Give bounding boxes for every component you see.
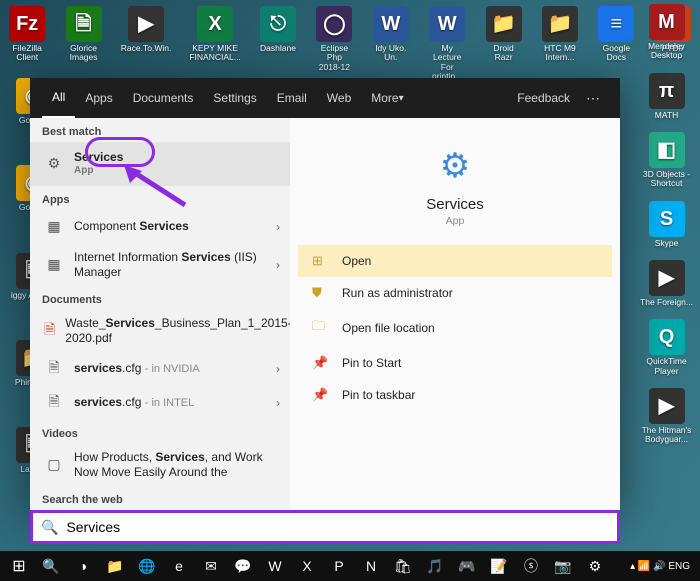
result-app[interactable]: ▦ Component Services › [30, 210, 290, 244]
app-icon: ▦ [44, 217, 64, 237]
desktop-icon[interactable]: WIdy Uko. Un. [372, 6, 410, 81]
search-input[interactable] [66, 519, 609, 535]
desktop-icon[interactable]: WMy Lecture For printin... [428, 6, 466, 81]
taskbar: ⊞🔍◑📁🌐e✉💬WXPN🛍🎵🎮📝ⓢ📷⚙ ▴ 📶 🔊 ENG [0, 551, 700, 581]
more-options-icon[interactable]: ⋯ [580, 90, 608, 107]
result-document[interactable]: 🗎 Waste_Services_Business_Plan_1_2015-20… [30, 310, 290, 352]
action-run-as-administrator[interactable]: ⛊Run as administrator [298, 277, 612, 309]
taskbar-button[interactable]: W [260, 553, 290, 579]
taskbar-button[interactable]: 🔍 [36, 553, 66, 579]
taskbar-button[interactable]: e [164, 553, 194, 579]
desktop-icon[interactable]: QQuickTime Player [639, 319, 694, 376]
app-icon: ▦ [44, 255, 64, 275]
desktop-icon[interactable]: MMendeley Desktop [639, 4, 694, 61]
section-search-web: Search the web [30, 486, 290, 510]
taskbar-button[interactable]: X [292, 553, 322, 579]
section-documents: Documents [30, 286, 290, 310]
chevron-right-icon: › [276, 258, 280, 272]
search-input-box[interactable]: 🔍 [30, 510, 620, 544]
action-icon: 📌 [312, 355, 330, 371]
action-pin-to-taskbar[interactable]: 📌Pin to taskbar [298, 379, 612, 411]
desktop-icon[interactable]: ▶The Foreign... [639, 260, 694, 307]
desktop-icon[interactable]: FzFileZilla Client [8, 6, 46, 81]
tab-all[interactable]: All [42, 78, 75, 118]
action-pin-to-start[interactable]: 📌Pin to Start [298, 347, 612, 379]
video-icon: ▢ [44, 455, 64, 475]
taskbar-button[interactable]: 🌐 [132, 553, 162, 579]
result-services-app[interactable]: ⚙ Services App [30, 142, 290, 186]
tab-web[interactable]: Web [317, 78, 361, 118]
search-tabs: AllAppsDocumentsSettingsEmailWebMore Fee… [30, 78, 620, 118]
services-gear-icon: ⚙ [431, 142, 479, 190]
section-videos: Videos [30, 420, 290, 444]
result-document[interactable]: 🗎 services.cfg - in INTEL › [30, 386, 290, 420]
desktop-icon[interactable]: πMATH [639, 73, 694, 120]
document-icon: 🗎 [44, 393, 64, 413]
desktop-icon[interactable]: XKEPY MIKE FINANCIAL... [189, 6, 240, 81]
result-app[interactable]: ▦ Internet Information Services (IIS) Ma… [30, 244, 290, 286]
desktop-icon[interactable]: ≡Google Docs [597, 6, 635, 81]
taskbar-button[interactable]: 📷 [548, 553, 578, 579]
taskbar-button[interactable]: 📝 [484, 553, 514, 579]
document-icon: 🗎 [44, 359, 64, 379]
desktop-icon[interactable]: SSkype [639, 201, 694, 248]
system-tray[interactable]: ▴ 📶 🔊 ENG [630, 561, 696, 572]
tab-apps[interactable]: Apps [75, 78, 122, 118]
taskbar-button[interactable]: ⓢ [516, 553, 546, 579]
document-icon: 🗎 [44, 321, 55, 341]
gear-icon: ⚙ [44, 154, 64, 174]
desktop-icon[interactable]: ◧3D Objects - Shortcut [639, 132, 694, 189]
section-best-match: Best match [30, 118, 290, 142]
details-title: Services [290, 196, 620, 213]
action-icon: ⛊ [312, 285, 330, 301]
desktop-icon[interactable]: 🗎Glorice Images [64, 6, 102, 81]
result-video[interactable]: ▢ How Products, Services, and Work Now M… [30, 444, 290, 486]
feedback-link[interactable]: Feedback [507, 91, 580, 105]
taskbar-button[interactable]: 🎵 [420, 553, 450, 579]
chevron-right-icon: › [276, 362, 280, 376]
tab-settings[interactable]: Settings [203, 78, 266, 118]
tab-more[interactable]: More [361, 78, 413, 118]
desktop-icon[interactable]: 📁Droid Razr [484, 6, 522, 81]
details-pane: ⚙ Services App ⊞Open⛊Run as administrato… [290, 118, 620, 510]
action-open[interactable]: ⊞Open [298, 245, 612, 277]
section-apps: Apps [30, 186, 290, 210]
taskbar-button[interactable]: 🎮 [452, 553, 482, 579]
taskbar-button[interactable]: N [356, 553, 386, 579]
desktop-icon[interactable]: 📁HTC M9 Intern... [541, 6, 579, 81]
desktop-icon[interactable]: ▶The Hitman's Bodyguar... [639, 388, 694, 445]
taskbar-button[interactable]: P [324, 553, 354, 579]
action-icon: 📌 [312, 387, 330, 403]
taskbar-button[interactable]: 💬 [228, 553, 258, 579]
action-icon: ⊞ [312, 253, 330, 269]
search-results-panel: AllAppsDocumentsSettingsEmailWebMore Fee… [30, 78, 620, 510]
result-subtitle: App [74, 165, 280, 178]
taskbar-button[interactable]: ⚙ [580, 553, 610, 579]
taskbar-button[interactable]: ✉ [196, 553, 226, 579]
desktop-icon[interactable]: ▶Race.To.Win. [121, 6, 172, 81]
desktop-icon[interactable]: ◯Eclipse Php 2018-12 [315, 6, 353, 81]
result-title: Services [74, 150, 123, 164]
tab-documents[interactable]: Documents [123, 78, 204, 118]
results-list: Best match ⚙ Services App Apps ▦ Compone… [30, 118, 290, 510]
taskbar-button[interactable]: ⊞ [4, 553, 34, 579]
chevron-right-icon: › [276, 220, 280, 234]
taskbar-button[interactable]: 🛍 [388, 553, 418, 579]
action-open-file-location[interactable]: 🗀Open file location [298, 309, 612, 347]
tab-email[interactable]: Email [267, 78, 317, 118]
taskbar-button[interactable]: ◑ [68, 553, 98, 579]
details-subtitle: App [290, 215, 620, 227]
taskbar-button[interactable]: 📁 [100, 553, 130, 579]
result-document[interactable]: 🗎 services.cfg - in NVIDIA › [30, 352, 290, 386]
action-icon: 🗀 [312, 317, 330, 339]
desktop-icon[interactable]: ⎋Dashlane [259, 6, 297, 81]
chevron-right-icon: › [276, 396, 280, 410]
search-icon: 🔍 [41, 519, 58, 536]
